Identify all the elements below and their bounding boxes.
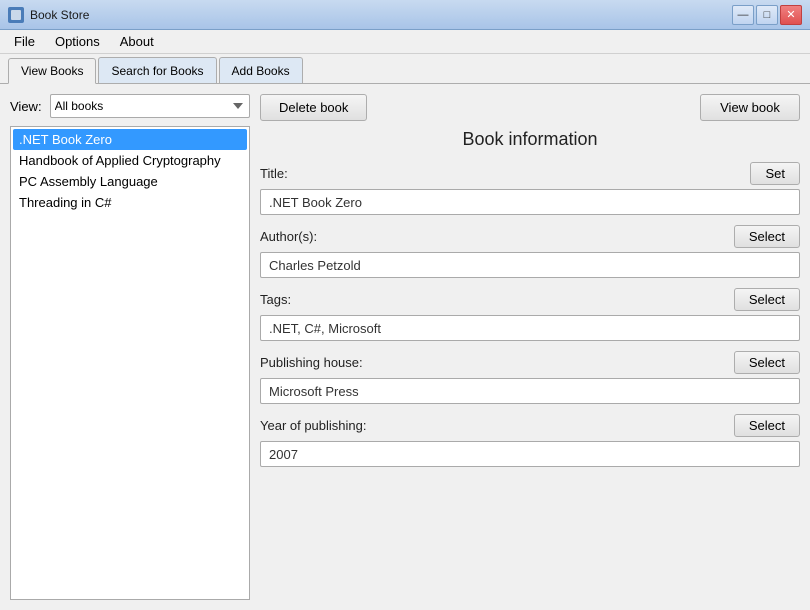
view-book-button[interactable]: View book [700,94,800,121]
tab-add-books[interactable]: Add Books [219,57,303,83]
author-label: Author(s): [260,229,317,244]
book-item[interactable]: .NET Book Zero [13,129,247,150]
close-button[interactable]: ✕ [780,5,802,25]
tags-section: Tags: Select .NET, C#, Microsoft [260,288,800,341]
window-controls: — □ ✕ [732,5,802,25]
book-list: .NET Book Zero Handbook of Applied Crypt… [10,126,250,600]
tags-select-button[interactable]: Select [734,288,800,311]
author-value: Charles Petzold [260,252,800,278]
view-select[interactable]: All books By Author By Tag [50,94,250,118]
tab-search-books[interactable]: Search for Books [98,57,216,83]
title-section: Title: Set .NET Book Zero [260,162,800,215]
menu-file[interactable]: File [4,32,45,51]
publishing-select-button[interactable]: Select [734,351,800,374]
title-row: Title: Set [260,162,800,185]
book-item[interactable]: PC Assembly Language [13,171,247,192]
title-set-button[interactable]: Set [750,162,800,185]
tags-label: Tags: [260,292,291,307]
publishing-row: Publishing house: Select [260,351,800,374]
author-section: Author(s): Select Charles Petzold [260,225,800,278]
top-buttons: Delete book View book [260,94,800,121]
left-panel: View: All books By Author By Tag .NET Bo… [10,94,250,600]
right-panel: Delete book View book Book information T… [260,94,800,600]
menu-bar: File Options About [0,30,810,54]
main-content: View: All books By Author By Tag .NET Bo… [0,84,810,610]
year-value: 2007 [260,441,800,467]
year-section: Year of publishing: Select 2007 [260,414,800,467]
book-info-title: Book information [260,129,800,150]
menu-options[interactable]: Options [45,32,110,51]
title-bar: Book Store — □ ✕ [0,0,810,30]
author-select-button[interactable]: Select [734,225,800,248]
tabs-bar: View Books Search for Books Add Books [0,54,810,84]
tags-row: Tags: Select [260,288,800,311]
book-item[interactable]: Threading in C# [13,192,247,213]
publishing-label: Publishing house: [260,355,363,370]
title-label: Title: [260,166,288,181]
book-item[interactable]: Handbook of Applied Cryptography [13,150,247,171]
view-row: View: All books By Author By Tag [10,94,250,118]
publishing-value: Microsoft Press [260,378,800,404]
tags-value: .NET, C#, Microsoft [260,315,800,341]
year-select-button[interactable]: Select [734,414,800,437]
publishing-section: Publishing house: Select Microsoft Press [260,351,800,404]
minimize-button[interactable]: — [732,5,754,25]
app-icon [8,7,24,23]
menu-about[interactable]: About [110,32,164,51]
year-row: Year of publishing: Select [260,414,800,437]
tab-view-books[interactable]: View Books [8,58,96,84]
maximize-button[interactable]: □ [756,5,778,25]
view-label: View: [10,99,42,114]
author-row: Author(s): Select [260,225,800,248]
window-title: Book Store [30,8,732,22]
delete-book-button[interactable]: Delete book [260,94,367,121]
year-label: Year of publishing: [260,418,367,433]
title-value: .NET Book Zero [260,189,800,215]
